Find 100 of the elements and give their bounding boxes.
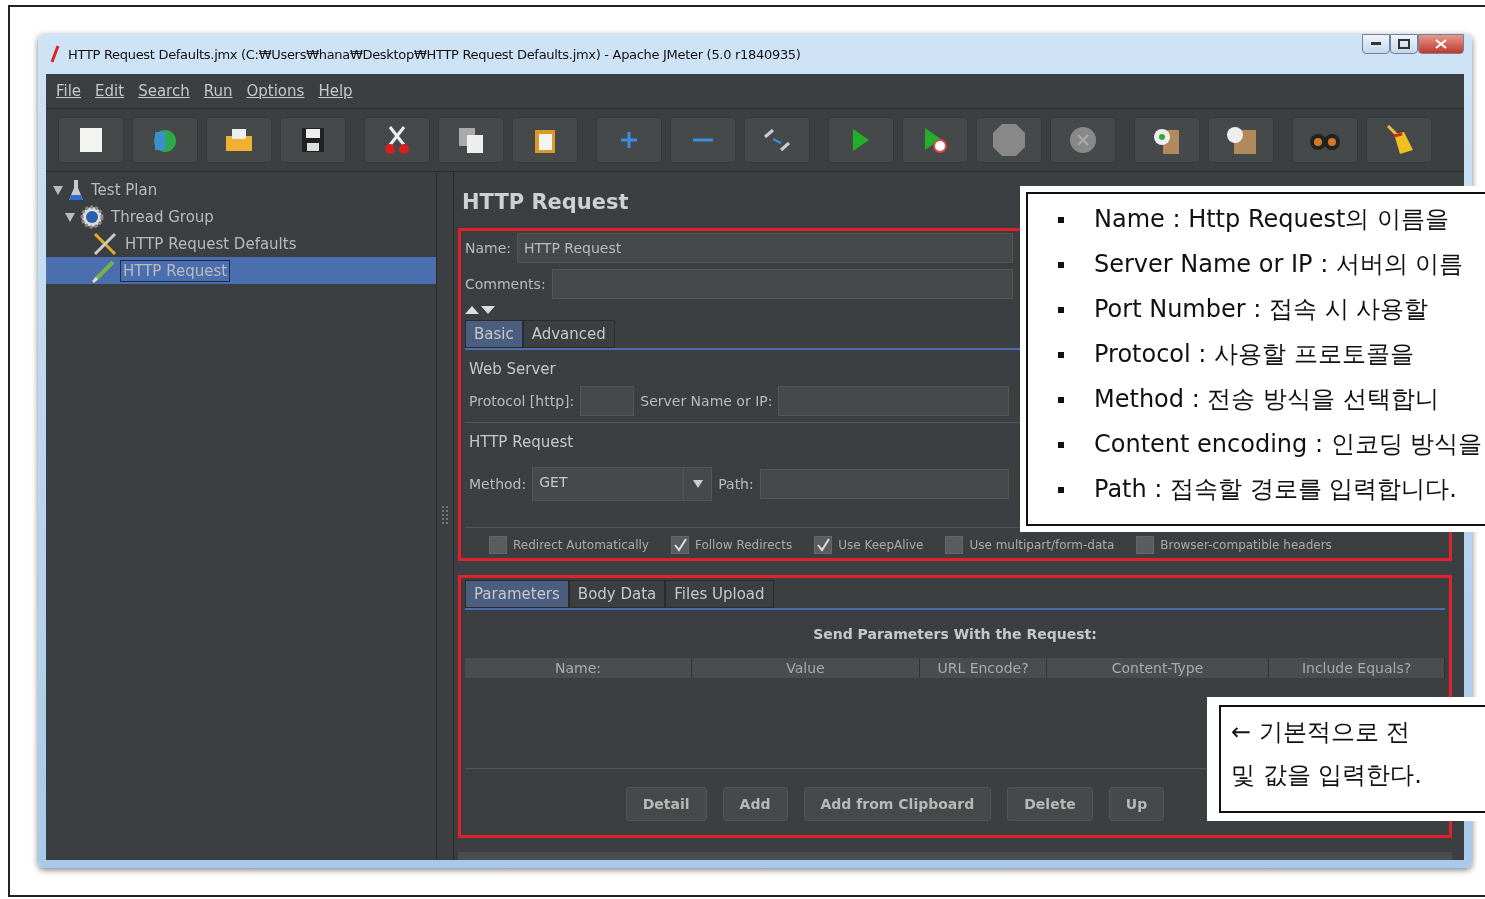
bullet-icon xyxy=(1058,306,1064,313)
checkbox[interactable] xyxy=(670,536,689,554)
expand-arrow-icon[interactable] xyxy=(64,210,76,223)
minimize-button[interactable] xyxy=(1362,34,1390,54)
panel-title: HTTP Request xyxy=(461,189,630,214)
menu-item[interactable]: Help xyxy=(318,82,353,100)
toolbar-button[interactable] xyxy=(206,117,272,163)
play-icon xyxy=(851,128,871,152)
column-header[interactable]: URL Encode? xyxy=(920,658,1047,678)
option-label: Follow Redirects xyxy=(694,538,793,552)
wrench-icon xyxy=(92,230,118,257)
tab[interactable]: Basic xyxy=(465,320,523,348)
note-text: Name : Http Request의 이름을 xyxy=(1094,204,1449,235)
maximize-icon xyxy=(1398,39,1410,49)
menu-item[interactable]: Edit xyxy=(95,82,125,100)
method-label: Method: xyxy=(469,476,527,492)
column-header[interactable]: Include Equals? xyxy=(1269,658,1445,678)
note-text: Path : 접속할 경로를 입력합니다. xyxy=(1094,474,1457,505)
close-button[interactable] xyxy=(1418,34,1464,54)
bullet-icon xyxy=(1058,486,1064,493)
note-text: ← 기본적으로 전 xyxy=(1231,717,1412,748)
toggle-icon xyxy=(762,127,792,153)
option-label: Use KeepAlive xyxy=(838,538,924,552)
copy-icon xyxy=(457,126,485,154)
window-title: HTTP Request Defaults.jmx (C:₩Users₩hana₩Desktop₩HTTP Request Defaults.jmx) - Apache JMeter (5.0 r1840935) xyxy=(68,46,801,62)
tab[interactable]: Parameters xyxy=(465,580,569,608)
option-label: Redirect Automatically xyxy=(513,538,649,552)
bullet-icon xyxy=(1058,396,1064,403)
menu-item[interactable]: Search xyxy=(138,82,190,100)
pencil-icon xyxy=(92,258,116,283)
tree-item[interactable]: Test Plan xyxy=(46,176,436,203)
scroll-bar[interactable] xyxy=(458,852,1452,860)
folder-icon xyxy=(224,128,254,152)
note-text: Port Number : 접속 시 사용할 xyxy=(1094,294,1429,325)
clear-all-icon xyxy=(1224,124,1258,156)
bullet-icon xyxy=(1058,441,1064,448)
note-text: 및 값을 입력한다. xyxy=(1231,760,1423,791)
checkbox[interactable] xyxy=(814,536,833,554)
toolbar-button[interactable] xyxy=(1134,117,1200,163)
flask-icon xyxy=(68,178,84,201)
note-text: Content encoding : 인코딩 방식을 xyxy=(1094,429,1483,460)
note-text: Method : 전송 방식을 선택합니 xyxy=(1094,384,1439,415)
note-text: Protocol : 사용할 프로토콜을 xyxy=(1094,339,1414,370)
comments-field[interactable] xyxy=(551,269,1013,299)
toolbar-button[interactable] xyxy=(280,117,346,163)
server-label: Server Name or IP: xyxy=(640,393,773,409)
stop-icon xyxy=(992,123,1026,157)
server-field[interactable] xyxy=(778,386,1009,416)
action-button[interactable]: Add from Clipboard xyxy=(803,787,992,821)
column-header[interactable]: Value xyxy=(692,658,920,678)
tab[interactable]: Advanced xyxy=(522,320,615,348)
checkbox[interactable] xyxy=(945,536,964,554)
protocol-field[interactable] xyxy=(580,386,635,416)
menu-item[interactable]: Options xyxy=(246,82,305,100)
tree-item[interactable]: Thread Group xyxy=(46,203,436,230)
params-caption: Send Parameters With the Request: xyxy=(812,625,1098,644)
comments-label: Comments: xyxy=(465,276,546,292)
option-label: Browser-compatible headers xyxy=(1160,538,1332,552)
checkbox[interactable] xyxy=(1136,536,1155,554)
collapse-arrows-icon[interactable] xyxy=(465,305,497,314)
minus-icon xyxy=(693,137,713,143)
path-field[interactable] xyxy=(759,469,1009,499)
path-label: Path: xyxy=(718,476,754,492)
action-button[interactable]: Up xyxy=(1108,787,1165,821)
tree-item[interactable]: HTTP Request xyxy=(46,257,436,284)
toolbar-button[interactable] xyxy=(438,117,504,163)
action-button[interactable]: Add xyxy=(722,787,788,821)
toolbar-button[interactable] xyxy=(58,117,124,163)
protocol-label: Protocol [http]: xyxy=(469,393,575,409)
toolbar-button[interactable] xyxy=(512,117,578,163)
toolbar-button[interactable] xyxy=(364,117,430,163)
tree-item[interactable]: HTTP Request Defaults xyxy=(46,230,436,257)
bullet-icon xyxy=(1058,261,1064,268)
maximize-button[interactable] xyxy=(1390,34,1418,54)
section-legend: HTTP Request xyxy=(469,433,574,451)
method-dropdown[interactable]: GET xyxy=(532,467,713,501)
menu-item[interactable]: Run xyxy=(203,82,233,100)
tab[interactable]: Files Upload xyxy=(665,580,774,608)
name-label: Name: xyxy=(465,240,512,256)
checkbox[interactable] xyxy=(489,536,507,554)
gear-icon xyxy=(80,204,104,229)
minimize-icon xyxy=(1371,42,1381,46)
plus-icon xyxy=(619,130,639,150)
action-button[interactable]: Delete xyxy=(1007,787,1093,821)
toolbar-button[interactable] xyxy=(902,117,968,163)
tab[interactable]: Body Data xyxy=(568,580,666,608)
close-icon xyxy=(1069,126,1097,154)
close-icon xyxy=(1435,39,1447,49)
scissors-icon xyxy=(384,125,410,155)
save-icon xyxy=(301,127,325,153)
toolbar-button[interactable] xyxy=(1366,117,1432,163)
expand-arrow-icon[interactable] xyxy=(52,183,64,196)
column-header[interactable]: Name: xyxy=(465,658,692,678)
option-label: Use multipart/form-data xyxy=(969,538,1115,552)
action-button[interactable]: Detail xyxy=(625,787,707,821)
play-icon xyxy=(923,127,947,153)
name-field[interactable]: HTTP Request xyxy=(517,233,1013,263)
column-header[interactable]: Content-Type xyxy=(1047,658,1269,678)
toolbar-button[interactable] xyxy=(1208,117,1274,163)
menu-item[interactable]: File xyxy=(56,82,82,100)
